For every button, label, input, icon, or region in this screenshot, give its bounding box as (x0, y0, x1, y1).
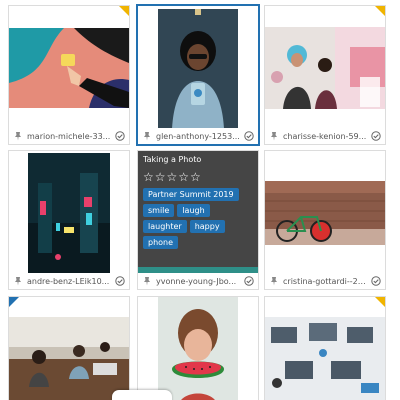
media-tile[interactable]: charisse-kenion-59... (264, 5, 386, 145)
check-circle-icon[interactable] (371, 276, 381, 286)
check-circle-icon[interactable] (244, 131, 254, 141)
media-caption: marion-michele-33... (9, 128, 129, 144)
media-filename: glen-anthony-1253... (156, 131, 240, 141)
tag-chip[interactable]: smile (143, 204, 175, 217)
image-placeholder-icon (158, 297, 238, 400)
media-filename: cristina-gottardi--23... (283, 276, 368, 286)
media-caption: cristina-gottardi--23... (265, 273, 385, 289)
pin-icon[interactable] (142, 131, 152, 141)
tag-chip[interactable]: phone (143, 236, 179, 249)
media-title: Taking a Photo (143, 155, 202, 164)
pin-icon[interactable] (142, 276, 152, 286)
media-thumbnail[interactable] (9, 297, 129, 400)
pin-icon[interactable] (269, 131, 279, 141)
media-tile[interactable] (264, 296, 386, 400)
media-filename: yvonne-young-Jbo... (156, 276, 237, 286)
image-placeholder-icon (28, 153, 110, 273)
tag-chip[interactable]: Partner Summit 2019 (143, 188, 239, 201)
media-caption: yvonne-young-Jbo... (138, 273, 258, 289)
media-caption: andre-benz-LEik10... (9, 273, 129, 289)
check-circle-icon[interactable] (244, 276, 254, 286)
status-corner-marker (9, 297, 19, 307)
tag-chip[interactable]: happy (189, 220, 225, 233)
tag-list: Partner Summit 2019 smile laugh laughter… (143, 188, 253, 249)
media-tile[interactable] (137, 296, 259, 400)
image-placeholder-icon (265, 181, 385, 245)
media-caption: charisse-kenion-59... (265, 128, 385, 144)
media-thumbnail[interactable] (265, 6, 385, 130)
media-filename: marion-michele-33... (27, 131, 111, 141)
tag-chip[interactable]: laugh (177, 204, 210, 217)
image-placeholder-icon (9, 317, 129, 400)
pin-icon[interactable] (13, 131, 23, 141)
media-thumbnail[interactable] (9, 6, 129, 130)
media-caption: glen-anthony-1253... (138, 128, 258, 144)
media-tile[interactable]: glen-anthony-1253... (136, 4, 260, 146)
floating-toolbar[interactable] (112, 390, 172, 400)
status-corner-marker (119, 6, 129, 16)
image-placeholder-icon (158, 9, 238, 129)
image-placeholder-icon (265, 317, 385, 400)
status-corner-marker (375, 6, 385, 16)
media-filename: charisse-kenion-59... (283, 131, 367, 141)
media-thumbnail[interactable] (265, 151, 385, 275)
media-thumbnail[interactable] (9, 151, 129, 275)
media-thumbnail[interactable] (138, 297, 258, 400)
media-filename: andre-benz-LEik10... (27, 276, 110, 286)
image-placeholder-icon (265, 27, 385, 109)
media-tile[interactable]: Taking a Photo ☆☆☆☆☆ Partner Summit 2019… (137, 150, 259, 290)
image-placeholder-icon (9, 28, 129, 108)
tag-chip[interactable]: laughter (143, 220, 187, 233)
media-thumbnail[interactable] (138, 6, 258, 132)
check-circle-icon[interactable] (371, 131, 381, 141)
media-tile[interactable]: cristina-gottardi--23... (264, 150, 386, 290)
pin-icon[interactable] (13, 276, 23, 286)
status-corner-marker (375, 297, 385, 307)
pin-icon[interactable] (269, 276, 279, 286)
media-thumbnail[interactable] (265, 297, 385, 400)
media-info-overlay[interactable]: Taking a Photo ☆☆☆☆☆ Partner Summit 2019… (138, 151, 258, 273)
media-tile[interactable]: andre-benz-LEik10... (8, 150, 130, 290)
rating-stars[interactable]: ☆☆☆☆☆ (143, 170, 253, 184)
check-circle-icon[interactable] (115, 276, 125, 286)
media-tile[interactable]: marion-michele-33... (8, 5, 130, 145)
check-circle-icon[interactable] (115, 131, 125, 141)
media-tile[interactable] (8, 296, 130, 400)
